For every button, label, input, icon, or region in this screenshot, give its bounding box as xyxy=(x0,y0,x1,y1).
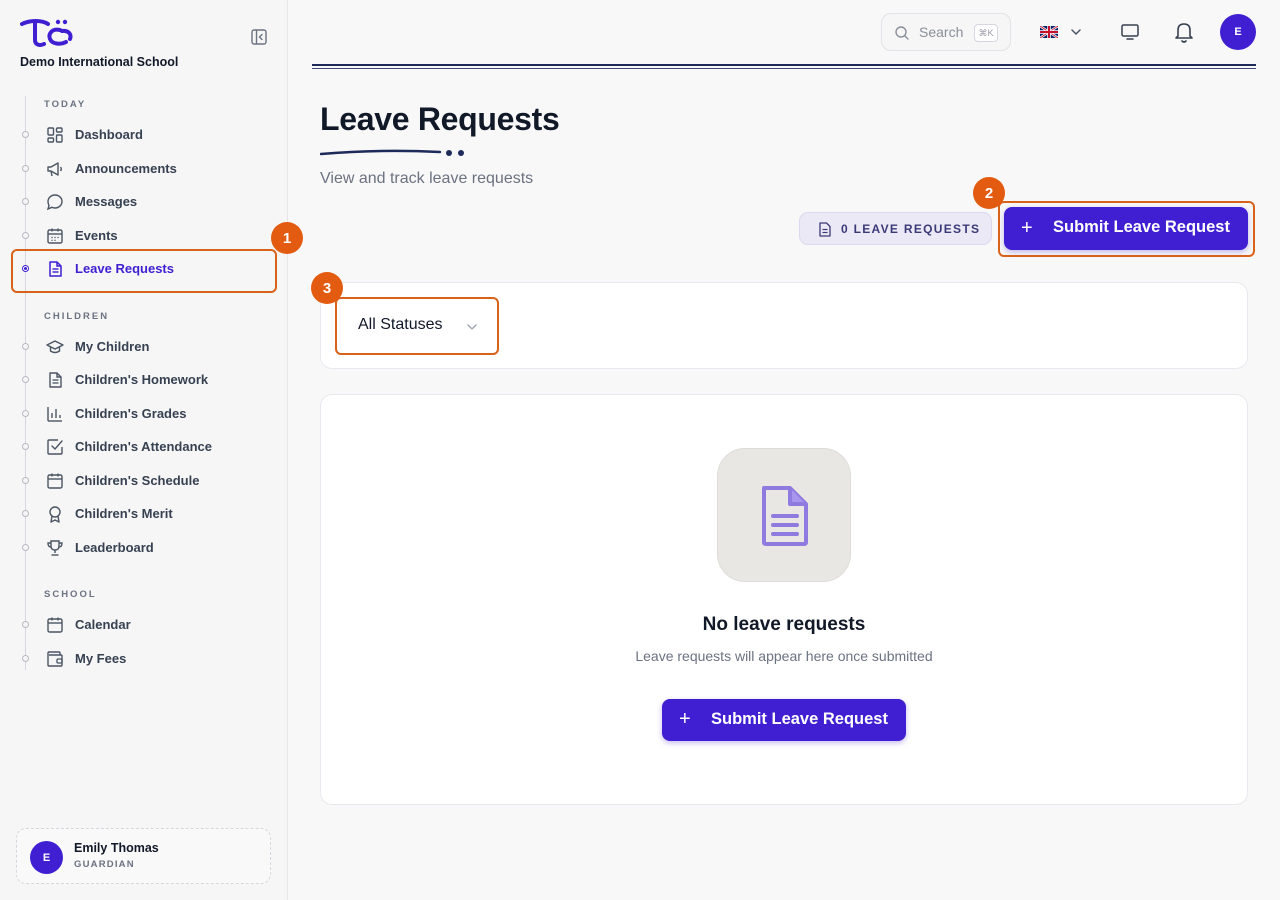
empty-state-title: No leave requests xyxy=(702,614,866,635)
sidebar-item-label: Children's Grades xyxy=(75,406,187,421)
section-label-children: CHILDREN xyxy=(44,311,110,322)
bar-chart-icon xyxy=(47,407,62,422)
highlight-box-submit-button xyxy=(998,201,1255,257)
megaphone-icon xyxy=(47,162,62,177)
button-label: Submit Leave Request xyxy=(711,710,888,728)
search-input[interactable]: Search ⌘K xyxy=(881,13,1011,51)
avatar[interactable]: E xyxy=(1220,14,1256,50)
status-badge: 0 LEAVE REQUESTS xyxy=(799,212,992,245)
highlight-box-leave-requests xyxy=(11,249,277,293)
sidebar-item-childrens-attendance[interactable]: Children's Attendance xyxy=(12,431,276,463)
wallet-icon xyxy=(47,651,63,667)
leave-request-count: 0 LEAVE REQUESTS xyxy=(841,222,981,236)
school-logo xyxy=(20,19,73,47)
search-shortcut: ⌘K xyxy=(974,24,998,42)
uk-flag-icon xyxy=(1040,26,1058,38)
sidebar-item-dashboard[interactable]: Dashboard xyxy=(12,119,276,151)
document-icon xyxy=(819,222,831,237)
graduation-cap-icon xyxy=(46,340,64,354)
sidebar-item-messages[interactable]: Messages xyxy=(12,186,276,218)
sidebar-item-label: My Fees xyxy=(75,651,127,666)
page-subtitle: View and track leave requests xyxy=(320,170,534,187)
sidebar-item-label: Calendar xyxy=(75,617,131,632)
sidebar-item-label: Children's Merit xyxy=(75,506,173,521)
sidebar-item-announcements[interactable]: Announcements xyxy=(12,153,276,185)
sidebar-item-label: Leaderboard xyxy=(75,540,154,555)
calendar-icon xyxy=(47,473,63,489)
sidebar-item-my-children[interactable]: My Children xyxy=(12,331,276,363)
monitor-icon[interactable] xyxy=(1120,22,1140,42)
school-name: Demo International School xyxy=(20,55,179,69)
title-underline-decoration xyxy=(320,149,464,156)
award-icon xyxy=(49,506,61,523)
trophy-icon xyxy=(47,540,63,556)
dashboard-icon xyxy=(47,127,63,143)
sidebar: Demo International School TODAY Dashboar… xyxy=(0,0,288,900)
chevron-down-icon xyxy=(1071,29,1081,36)
section-label-today: TODAY xyxy=(44,99,87,110)
sidebar-item-label: Dashboard xyxy=(75,127,143,142)
empty-state-illustration xyxy=(717,448,851,582)
calendar-grid-icon xyxy=(47,228,63,244)
document-icon xyxy=(762,486,808,546)
collapse-sidebar-icon[interactable] xyxy=(250,28,268,46)
search-icon xyxy=(895,26,909,40)
section-label-school: SCHOOL xyxy=(44,589,97,600)
annotation-callout-1: 1 xyxy=(271,222,303,254)
plus-icon: + xyxy=(679,708,691,730)
calendar-icon xyxy=(47,617,63,633)
user-card[interactable]: E Emily Thomas GUARDIAN xyxy=(16,828,271,884)
sidebar-item-childrens-grades[interactable]: Children's Grades xyxy=(12,398,276,430)
avatar: E xyxy=(30,841,63,874)
sidebar-item-label: Announcements xyxy=(75,161,177,176)
user-name: Emily Thomas xyxy=(74,841,159,855)
empty-state-subtitle: Leave requests will appear here once sub… xyxy=(635,648,933,664)
language-selector[interactable] xyxy=(1038,22,1086,42)
sidebar-item-label: Children's Attendance xyxy=(75,439,212,454)
sidebar-item-label: Children's Homework xyxy=(75,372,209,387)
bell-icon[interactable] xyxy=(1173,20,1195,44)
sidebar-item-leaderboard[interactable]: Leaderboard xyxy=(12,532,276,564)
annotation-callout-3: 3 xyxy=(311,272,343,304)
divider xyxy=(312,64,1256,69)
document-icon xyxy=(49,372,62,388)
chat-bubble-icon xyxy=(46,194,63,211)
sidebar-item-label: Children's Schedule xyxy=(75,473,200,488)
sidebar-item-my-fees[interactable]: My Fees xyxy=(12,643,276,675)
submit-leave-request-button-empty[interactable]: + Submit Leave Request xyxy=(662,699,906,741)
user-role: GUARDIAN xyxy=(74,859,135,870)
sidebar-item-childrens-homework[interactable]: Children's Homework xyxy=(12,364,276,396)
sidebar-item-events[interactable]: Events xyxy=(12,220,276,252)
sidebar-item-label: Messages xyxy=(75,194,138,209)
search-placeholder: Search xyxy=(919,24,964,40)
page-title: Leave Requests xyxy=(320,101,560,137)
sidebar-item-calendar[interactable]: Calendar xyxy=(12,609,276,641)
sidebar-item-childrens-schedule[interactable]: Children's Schedule xyxy=(12,465,276,497)
annotation-callout-2: 2 xyxy=(973,177,1005,209)
sidebar-item-childrens-merit[interactable]: Children's Merit xyxy=(12,498,276,530)
check-square-icon xyxy=(47,439,63,455)
sidebar-item-label: My Children xyxy=(75,339,150,354)
highlight-box-status-filter xyxy=(335,297,499,355)
sidebar-item-label: Events xyxy=(75,228,118,243)
